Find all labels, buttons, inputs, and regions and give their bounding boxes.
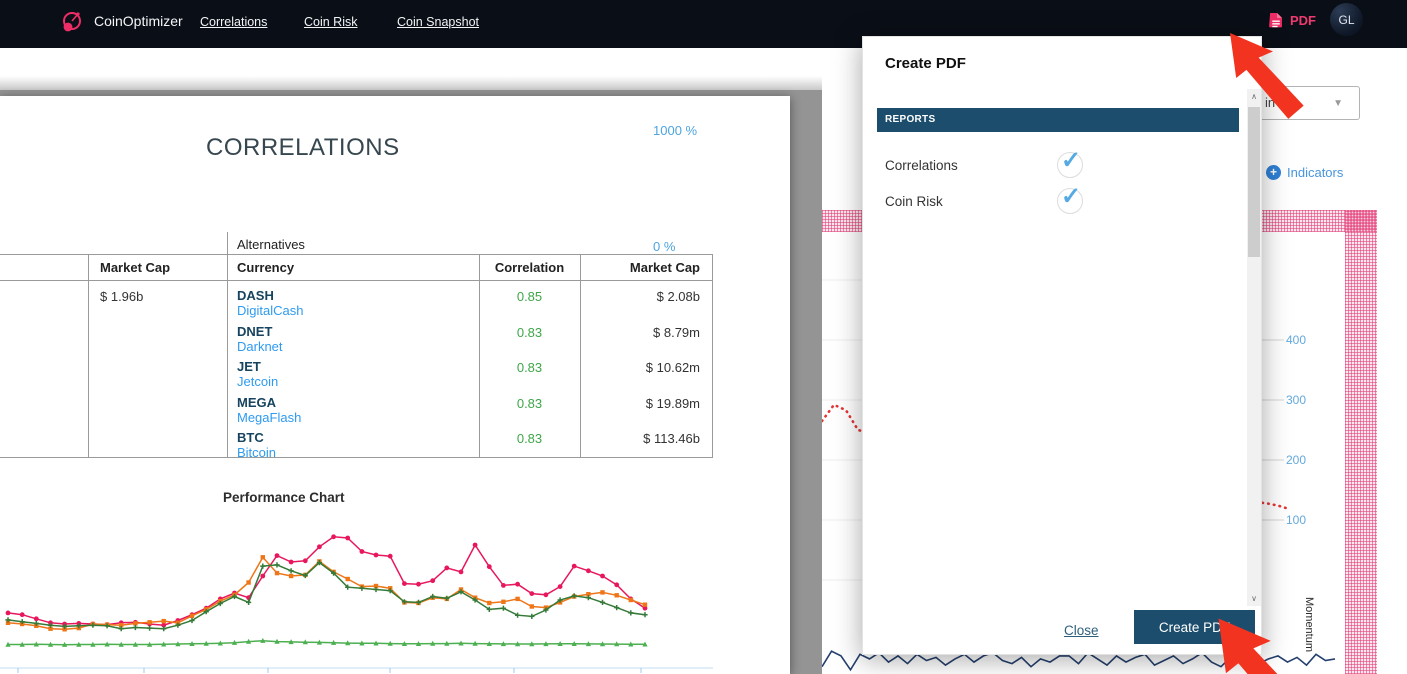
brand-label: CoinOptimizer (94, 13, 183, 29)
red-arrow-annotation-create-pdf (1216, 616, 1328, 674)
option-label-correlations: Correlations (885, 158, 958, 173)
performance-chart (0, 512, 713, 674)
correlations-table: Alternatives Market Cap Currency Correla… (0, 232, 713, 457)
avatar-initials: GL (1338, 13, 1354, 27)
create-pdf-modal: Create PDF ✕ REPORTS Correlations ✓ Coin… (862, 36, 1262, 655)
reports-section-bar: REPORTS (877, 108, 1239, 132)
checkbox-coin-risk[interactable]: ✓ (1057, 188, 1083, 214)
coinoptimizer-logo-icon (60, 8, 84, 34)
scroll-down-icon[interactable]: ∨ (1247, 591, 1261, 606)
col-header-market-cap: Market Cap (100, 260, 170, 275)
nav-coin-snapshot[interactable]: Coin Snapshot (397, 15, 479, 29)
indicators-label: Indicators (1287, 165, 1343, 180)
base-market-cap: $ 1.96b (100, 289, 143, 304)
chevron-down-icon: ▼ (1333, 98, 1343, 109)
scrollbar-thumb[interactable] (1248, 107, 1260, 257)
col-header-currency: Currency (237, 260, 294, 275)
pdf-document-icon (1268, 12, 1283, 29)
document-title: CORRELATIONS (206, 134, 400, 162)
pdf-button[interactable]: PDF (1268, 12, 1316, 29)
pdf-preview-page: CORRELATIONS Alternatives Market Cap Cur… (0, 96, 790, 674)
preview-top-shadow (0, 76, 822, 90)
reports-section-label: REPORTS (885, 114, 935, 125)
chart-hatch-band-right (1345, 210, 1377, 674)
y-axis-bottom-label: 0 % (653, 239, 675, 254)
check-icon: ✓ (1061, 182, 1081, 211)
pdf-button-label: PDF (1290, 13, 1316, 28)
y-axis-tick: 400 (1286, 333, 1306, 347)
nav-correlations[interactable]: Correlations (200, 15, 267, 29)
check-icon: ✓ (1061, 146, 1081, 175)
y-axis-tick: 100 (1286, 513, 1306, 527)
modal-scrollbar[interactable]: ∧ ∨ (1247, 89, 1261, 606)
y-axis-top-label: 1000 % (653, 123, 697, 138)
checkbox-correlations[interactable]: ✓ (1057, 152, 1083, 178)
screen: { "navbar": { "brand": "CoinOptimizer", … (0, 0, 1407, 674)
modal-title: Create PDF (885, 55, 966, 72)
red-arrow-annotation-pdf (1228, 28, 1320, 126)
user-avatar[interactable]: GL (1330, 3, 1363, 36)
performance-chart-heading: Performance Chart (223, 490, 345, 505)
y-axis-tick: 200 (1286, 453, 1306, 467)
modal-close-link[interactable]: Close (1064, 623, 1099, 638)
option-label-coin-risk: Coin Risk (885, 194, 943, 209)
y-axis-tick: 300 (1286, 393, 1306, 407)
nav-coin-risk[interactable]: Coin Risk (304, 15, 358, 29)
plus-circle-icon: + (1266, 165, 1281, 180)
table-group-header: Alternatives (237, 237, 305, 252)
brand[interactable]: CoinOptimizer (60, 8, 183, 34)
indicators-button[interactable]: + Indicators (1266, 165, 1343, 180)
col-header-market-cap-2: Market Cap (560, 260, 700, 275)
